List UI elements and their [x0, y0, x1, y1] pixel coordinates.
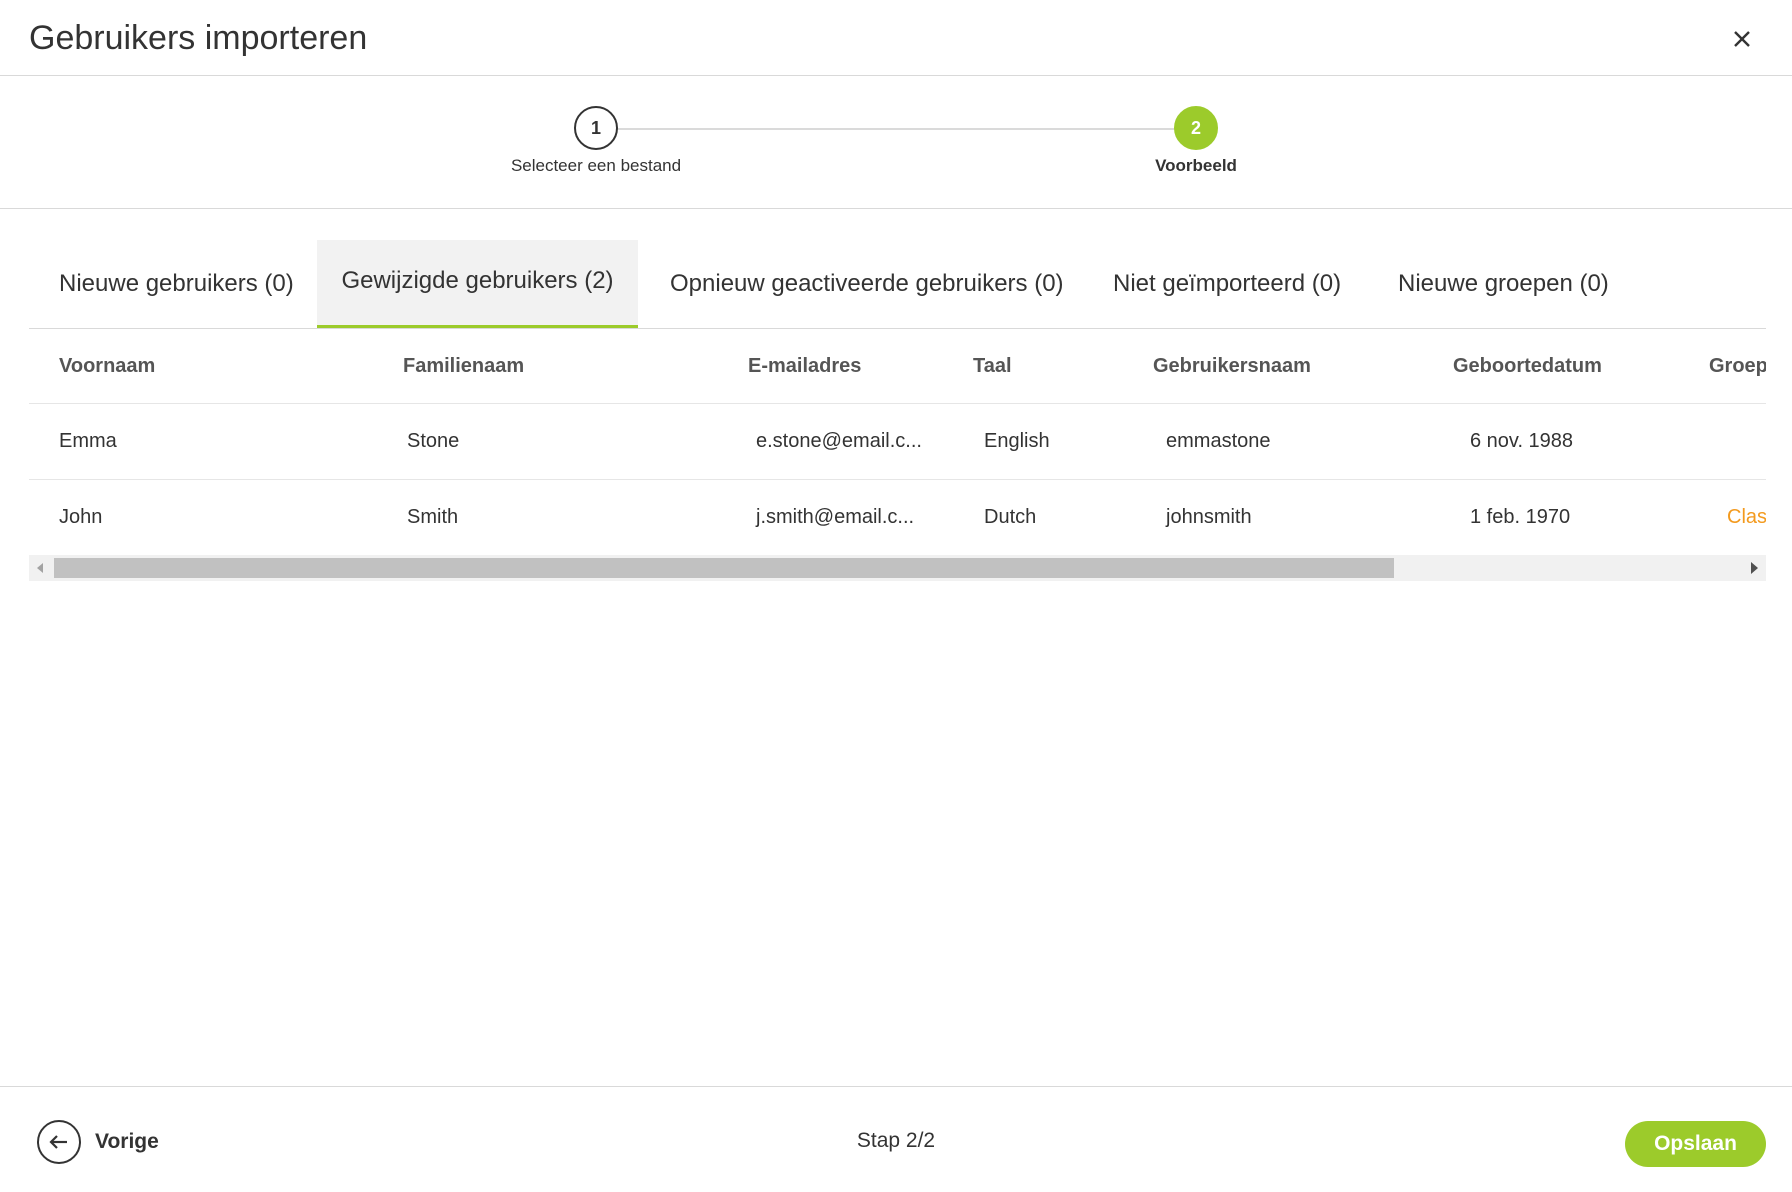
close-button[interactable]	[1721, 18, 1763, 60]
table-header-row: Voornaam Familienaam E-mailadres Taal Ge…	[29, 329, 1766, 404]
dialog-footer: Vorige Stap 2/2 Opslaan	[0, 1086, 1792, 1192]
cell-language: English	[984, 430, 1050, 452]
step-1-label: Selecteer een bestand	[510, 156, 682, 175]
column-header-last-name[interactable]: Familienaam	[403, 329, 524, 403]
scroll-left-arrow-icon[interactable]	[37, 563, 43, 573]
previous-button[interactable]: Vorige	[37, 1119, 159, 1165]
dialog-header: Gebruikers importeren	[0, 0, 1792, 76]
cell-username: emmastone	[1166, 430, 1271, 452]
cell-group-link[interactable]: Clas	[1727, 480, 1766, 554]
step-counter: Stap 2/2	[856, 1129, 936, 1152]
save-button[interactable]: Opslaan	[1625, 1121, 1766, 1167]
cell-email: e.stone@email.c...	[756, 430, 922, 452]
step-1-circle: 1	[574, 106, 618, 150]
column-header-language[interactable]: Taal	[973, 329, 1012, 403]
cell-birthdate: 1 feb. 1970	[1470, 505, 1571, 528]
cell-language: Dutch	[984, 505, 1037, 528]
column-header-username[interactable]: Gebruikersnaam	[1153, 329, 1311, 403]
close-icon	[1734, 31, 1750, 47]
cell-birthdate: 6 nov. 1988	[1470, 430, 1574, 452]
tab-new-groups[interactable]: Nieuwe groepen (0)	[1398, 240, 1609, 328]
scroll-right-arrow-icon[interactable]	[1751, 562, 1758, 574]
table-horizontal-scrollbar[interactable]	[29, 555, 1766, 581]
arrow-left-icon	[49, 1135, 67, 1149]
stepper: 1 Selecteer een bestand 2 Voorbeeld	[0, 76, 1792, 209]
cell-username: johnsmith	[1166, 505, 1252, 528]
table-row: John Smith j.smith@email.c... Dutch john…	[29, 480, 1766, 554]
cell-email: j.smith@email.c...	[756, 505, 915, 528]
cell-first-name: Emma	[59, 430, 117, 452]
users-table: Voornaam Familienaam E-mailadres Taal Ge…	[29, 329, 1766, 581]
step-2-circle: 2	[1174, 106, 1218, 150]
back-circle	[37, 1120, 81, 1164]
tab-bar: Nieuwe gebruikers (0) Gewijzigde gebruik…	[29, 240, 1766, 329]
cell-last-name: Smith	[407, 505, 459, 528]
column-header-email[interactable]: E-mailadres	[748, 329, 861, 403]
scrollbar-thumb[interactable]	[54, 558, 1394, 578]
table-row: Emma Stone e.stone@email.c... English em…	[29, 404, 1766, 480]
previous-button-label: Vorige	[95, 1130, 159, 1153]
import-users-dialog: Gebruikers importeren 1 Selecteer een be…	[0, 0, 1792, 1192]
column-header-first-name[interactable]: Voornaam	[59, 329, 155, 403]
tab-changed-users[interactable]: Gewijzigde gebruikers (2)	[317, 240, 638, 328]
tab-new-users[interactable]: Nieuwe gebruikers (0)	[59, 240, 294, 328]
tab-not-imported[interactable]: Niet geïmporteerd (0)	[1113, 240, 1341, 328]
step-2-label: Voorbeeld	[1155, 156, 1237, 175]
tab-reactivated-users[interactable]: Opnieuw geactiveerde gebruikers (0)	[670, 240, 1064, 328]
column-header-group[interactable]: Groep	[1709, 329, 1766, 403]
column-header-birthdate[interactable]: Geboortedatum	[1453, 329, 1602, 403]
stepper-connector	[597, 128, 1197, 130]
cell-first-name: John	[59, 505, 103, 528]
cell-last-name: Stone	[407, 430, 460, 452]
dialog-title: Gebruikers importeren	[29, 19, 368, 57]
